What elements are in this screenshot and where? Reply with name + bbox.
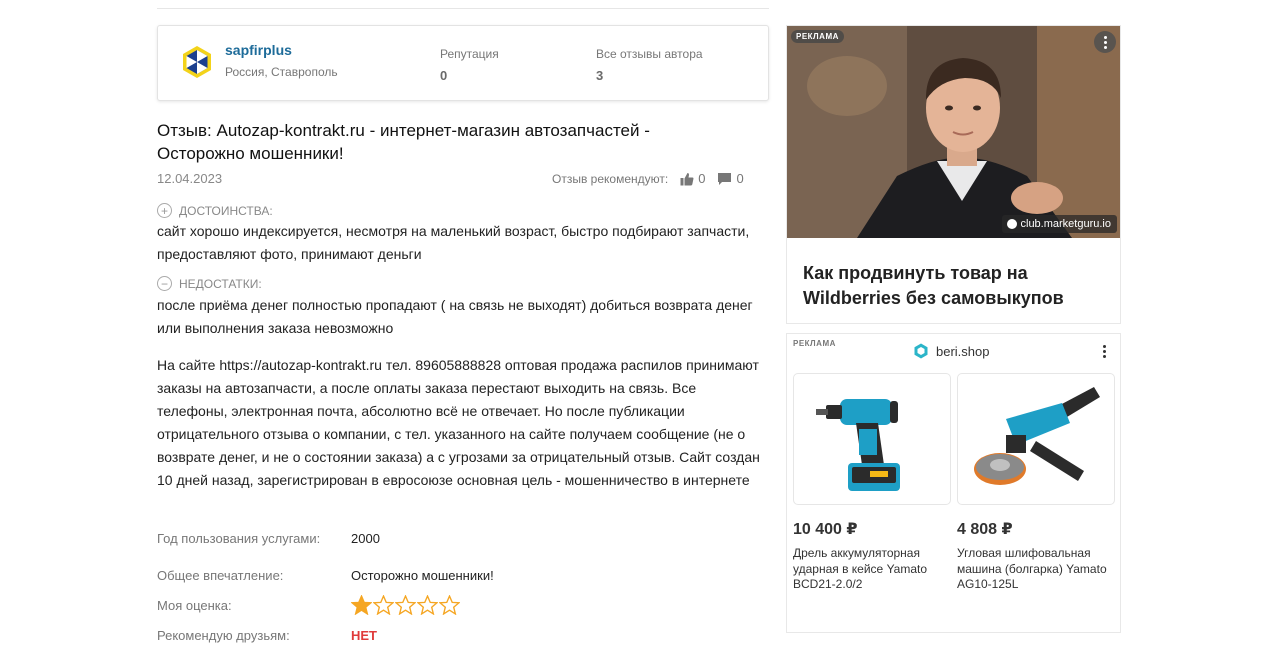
ad-headline[interactable]: Как продвинуть товар на Wildberries без …	[803, 261, 1113, 311]
recommend-label: Отзыв рекомендуют:	[552, 171, 669, 186]
product-card-drill[interactable]: 10 400 ₽ Дрель аккумуляторная ударная в …	[793, 373, 951, 593]
all-reviews-label[interactable]: Все отзывы автора	[596, 47, 703, 61]
like-count: 0	[698, 171, 706, 186]
comment-icon	[718, 172, 732, 185]
comment-count: 0	[736, 171, 744, 186]
site-logo-icon	[1006, 219, 1017, 229]
recommend-bar: Отзыв рекомендуют: 0 0	[552, 171, 744, 186]
author-card: sapfirplus Россия, Ставрополь Репутация …	[157, 25, 769, 101]
ad-banner-marketguru[interactable]: РЕКЛАМА club.marketguru.io Как продвинут…	[786, 25, 1121, 324]
product-card-grinder[interactable]: 4 808 ₽ Угловая шлифовальная машина (бол…	[957, 373, 1115, 593]
ad-site-label[interactable]: club.marketguru.io	[1001, 215, 1117, 233]
recommend-friends-row: Рекомендую друзьям: НЕТ	[157, 628, 757, 643]
thumbs-up-icon	[680, 172, 694, 185]
ad-menu-button[interactable]	[1098, 342, 1110, 360]
grinder-image	[957, 373, 1115, 505]
beri-shop-logo-icon	[914, 343, 928, 359]
ad-banner-beri-shop[interactable]: РЕКЛАМА beri.shop 10 400 ₽ Дрель аккумул…	[786, 333, 1121, 633]
comments-button[interactable]: 0	[717, 171, 744, 186]
reputation-value: 0	[440, 68, 448, 83]
rating-row: Моя оценка:	[157, 595, 757, 615]
avatar[interactable]	[180, 45, 214, 79]
rating-label: Моя оценка:	[157, 597, 232, 613]
ad-menu-button[interactable]	[1094, 31, 1116, 53]
review-date: 12.04.2023	[157, 171, 223, 186]
usage-year-value: 2000	[351, 531, 380, 546]
drill-illustration	[816, 399, 900, 491]
star-empty-icon	[373, 595, 394, 615]
impression-value: Осторожно мошенники!	[351, 568, 494, 583]
author-location: Россия, Ставрополь	[225, 65, 338, 79]
pros-text: сайт хорошо индексируется, несмотря на м…	[157, 223, 750, 262]
product-price: 4 808 ₽	[957, 521, 1013, 538]
cons-text: после приёма денег полностью пропадают (…	[157, 297, 753, 336]
minus-circle-icon: −	[157, 276, 172, 291]
author-name-link[interactable]: sapfirplus	[225, 42, 292, 58]
product-name: Угловая шлифовальная машина (болгарка) Y…	[957, 546, 1107, 591]
ad-site-text: club.marketguru.io	[1020, 218, 1112, 230]
rating-stars	[351, 595, 461, 615]
usage-year-label: Год пользования услугами:	[157, 531, 321, 546]
review-body: На сайте https://autozap-kontrakt.ru тел…	[157, 357, 760, 488]
cons-heading: − НЕДОСТАТКИ:	[157, 276, 262, 291]
product-price: 10 400 ₽	[793, 521, 858, 538]
product-name: Дрель аккумуляторная ударная в кейсе Yam…	[793, 546, 928, 591]
ad-badge: РЕКЛАМА	[793, 339, 836, 348]
angle-grinder-illustration	[974, 387, 1100, 485]
recommend-friends-label: Рекомендую друзьям:	[157, 628, 290, 643]
ad-badge: РЕКЛАМА	[791, 30, 844, 43]
person-photo-illustration	[787, 26, 1120, 238]
recommend-friends-value: НЕТ	[351, 628, 377, 643]
impression-row: Общее впечатление: Осторожно мошенники!	[157, 568, 757, 583]
review-title: Отзыв: Autozap-kontrakt.ru - интернет-ма…	[157, 121, 650, 163]
ad-brand-text: beri.shop	[936, 343, 990, 359]
cons-label: НЕДОСТАТКИ:	[179, 276, 262, 291]
star-empty-icon	[439, 595, 460, 615]
impression-label: Общее впечатление:	[157, 568, 284, 583]
star-filled-icon	[351, 595, 372, 615]
drill-image	[793, 373, 951, 505]
plus-circle-icon: +	[157, 203, 172, 218]
ad-photo: РЕКЛАМА club.marketguru.io	[787, 26, 1120, 238]
pros-heading: + ДОСТОИНСТВА:	[157, 203, 273, 218]
ad-brand[interactable]: beri.shop	[913, 343, 989, 359]
all-reviews-count-link[interactable]: 3	[596, 68, 603, 83]
star-empty-icon	[417, 595, 438, 615]
star-empty-icon	[395, 595, 416, 615]
reputation-label: Репутация	[440, 47, 499, 61]
usage-year-row: Год пользования услугами: 2000	[157, 531, 757, 546]
pros-label: ДОСТОИНСТВА:	[179, 203, 273, 218]
top-divider	[157, 8, 769, 9]
like-button[interactable]: 0	[680, 171, 705, 186]
